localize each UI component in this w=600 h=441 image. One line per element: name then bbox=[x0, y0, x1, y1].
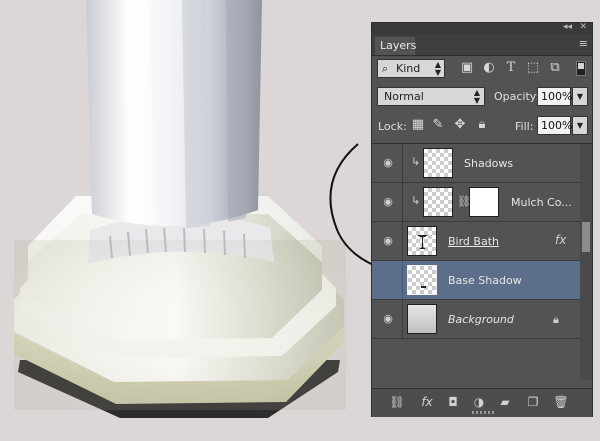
opacity-label: Opacity: bbox=[494, 90, 540, 103]
panel-resize-grip[interactable] bbox=[472, 411, 494, 414]
scrollbar-thumb[interactable] bbox=[582, 222, 590, 252]
visibility-eye-icon[interactable]: ◉ bbox=[381, 235, 395, 247]
new-layer-icon[interactable]: ❐ bbox=[524, 394, 542, 410]
fill-label: Fill: bbox=[515, 120, 534, 133]
tab-layers[interactable]: Layers bbox=[375, 37, 416, 55]
visibility-eye-icon[interactable]: ◉ bbox=[381, 196, 395, 208]
layer-thumbnail bbox=[423, 187, 453, 217]
panel-bottom-toolbar: ⛓ fx ◘ ◑ ▰ ❐ 🗑︎ bbox=[372, 388, 592, 417]
clipping-arrow-icon: ↳ bbox=[411, 194, 421, 207]
search-icon: ⌕ bbox=[382, 62, 389, 75]
stepper-arrows-icon: ▲ ▼ bbox=[434, 60, 441, 77]
blend-mode-select[interactable]: Normal ▲ ▼ bbox=[377, 87, 485, 106]
stepper-arrows-icon: ▲ ▼ bbox=[473, 88, 480, 105]
opacity-input[interactable]: 100% bbox=[537, 87, 572, 106]
lock-transparent-icon[interactable]: ▦ bbox=[410, 117, 426, 133]
lock-image-icon[interactable]: ✎ bbox=[430, 117, 446, 133]
close-icon[interactable]: ✕ bbox=[579, 22, 587, 32]
filter-kind-select[interactable]: ⌕ Kind ▲ ▼ bbox=[377, 59, 445, 78]
add-mask-icon[interactable]: ◘ bbox=[444, 394, 462, 410]
base-shadow-thumb-art bbox=[421, 286, 426, 288]
layer-thumbnail bbox=[407, 304, 437, 334]
fill-dropdown-button[interactable]: ▼ bbox=[572, 116, 588, 135]
type-filter-icon[interactable]: T bbox=[503, 60, 519, 76]
layer-row-background[interactable]: ◉ Background 🔒︎ bbox=[372, 300, 580, 339]
smartobject-filter-icon[interactable]: ⧉ bbox=[547, 60, 563, 76]
filter-kind-label: Kind bbox=[396, 62, 421, 75]
delete-icon[interactable]: 🗑︎ bbox=[552, 394, 570, 410]
visibility-eye-icon[interactable]: ◉ bbox=[381, 157, 395, 169]
adjustment-filter-icon[interactable]: ◐ bbox=[481, 60, 497, 76]
clipping-arrow-icon: ↳ bbox=[411, 155, 421, 168]
blend-mode-value: Normal bbox=[384, 90, 424, 103]
lock-all-icon[interactable]: 🔒︎ bbox=[474, 117, 490, 133]
layers-panel: ◂◂ ✕ Layers ≡ ⌕ Kind ▲ ▼ ▣ ◐ T ⬚ ⧉ Normal… bbox=[371, 22, 593, 417]
fx-icon[interactable]: fx bbox=[555, 233, 566, 247]
link-layers-icon[interactable]: ⛓ bbox=[388, 394, 406, 410]
visibility-eye-icon[interactable] bbox=[381, 274, 395, 286]
panel-tab-row: Layers ≡ bbox=[372, 35, 592, 56]
layer-name[interactable]: Shadows bbox=[464, 157, 513, 170]
opacity-dropdown-button[interactable]: ▼ bbox=[572, 87, 588, 106]
layer-thumbnail bbox=[407, 226, 437, 256]
image-filter-icon[interactable]: ▣ bbox=[459, 60, 475, 76]
panel-titlebar: ◂◂ ✕ bbox=[372, 22, 592, 35]
layer-row-mulch-color[interactable]: ◉ ↳ ⛓ Mulch Co... bbox=[372, 183, 580, 222]
layer-row-bird-bath[interactable]: ◉ Bird Bath fx bbox=[372, 222, 580, 261]
layer-row-base-shadow[interactable]: Base Shadow bbox=[372, 261, 580, 300]
visibility-eye-icon[interactable]: ◉ bbox=[381, 313, 395, 325]
birdbath-thumb-art bbox=[417, 235, 428, 249]
adjustment-layer-icon[interactable]: ◑ bbox=[470, 394, 488, 410]
layer-row-shadows[interactable]: ◉ ↳ Shadows bbox=[372, 144, 580, 183]
collapse-icon[interactable]: ◂◂ bbox=[563, 22, 572, 32]
layer-mask-thumbnail[interactable] bbox=[469, 187, 499, 217]
layer-name[interactable]: Mulch Co... bbox=[511, 196, 572, 209]
layer-name[interactable]: Bird Bath bbox=[448, 235, 499, 248]
layer-name[interactable]: Base Shadow bbox=[448, 274, 522, 287]
layers-scrollbar[interactable] bbox=[580, 144, 592, 380]
layer-thumbnail bbox=[407, 265, 437, 295]
lock-label: Lock: bbox=[378, 120, 407, 133]
filter-row: ⌕ Kind ▲ ▼ ▣ ◐ T ⬚ ⧉ bbox=[377, 59, 587, 79]
layer-thumbnail bbox=[423, 148, 453, 178]
fill-input[interactable]: 100% bbox=[537, 116, 572, 135]
filter-toggle[interactable] bbox=[576, 61, 586, 76]
lock-position-icon[interactable]: ✥ bbox=[452, 117, 468, 133]
lock-icon: 🔒︎ bbox=[553, 313, 559, 326]
layer-name[interactable]: Background bbox=[448, 313, 514, 326]
panel-menu-icon[interactable]: ≡ bbox=[579, 37, 588, 50]
fx-icon[interactable]: fx bbox=[418, 394, 436, 410]
layers-list: ◉ ↳ Shadows ◉ ↳ ⛓ Mulch Co... ◉ Bird Bat… bbox=[372, 143, 592, 380]
shape-filter-icon[interactable]: ⬚ bbox=[525, 60, 541, 76]
new-group-icon[interactable]: ▰ bbox=[496, 394, 514, 410]
